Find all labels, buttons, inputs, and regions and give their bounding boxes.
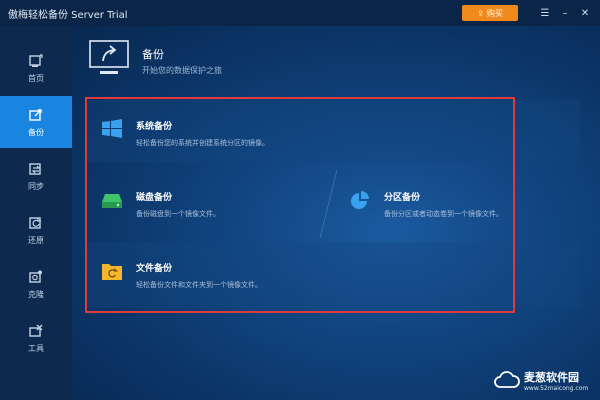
backup-icon — [29, 108, 42, 121]
buy-label: 购买 — [486, 8, 503, 18]
close-icon[interactable]: ✕ — [576, 4, 594, 22]
sidebar-item-clone[interactable]: 克隆 — [0, 258, 72, 310]
sidebar: 首页 备份 同步 还原 克隆 工具 — [0, 26, 72, 400]
home-icon — [29, 53, 43, 67]
tools-icon — [29, 324, 43, 337]
sidebar-item-home[interactable]: 首页 — [0, 42, 72, 94]
page-subtitle: 开始您的数据保护之旅 — [142, 66, 222, 75]
sidebar-item-sync[interactable]: 同步 — [0, 150, 72, 202]
watermark: 麦葱软件园 www.52maicong.com — [494, 367, 594, 397]
sidebar-item-label: 工具 — [28, 343, 44, 353]
menu-icon[interactable]: ☰ — [536, 4, 554, 22]
restore-icon — [29, 216, 41, 229]
sidebar-item-label: 备份 — [28, 127, 44, 137]
app-title: 傲梅轻松备份 Server Trial — [8, 9, 128, 21]
minimize-icon[interactable]: – — [556, 4, 574, 22]
sidebar-item-label: 首页 — [28, 73, 44, 83]
sidebar-item-restore[interactable]: 还原 — [0, 204, 72, 256]
watermark-brand: 麦葱软件园 — [524, 371, 579, 384]
watermark-url: www.52maicong.com — [524, 385, 589, 392]
cloud-logo-icon — [494, 371, 520, 388]
sidebar-item-label: 还原 — [28, 235, 44, 245]
sidebar-item-backup[interactable]: 备份 — [0, 96, 72, 148]
buy-button[interactable]: ⇪ 购买 — [462, 5, 518, 21]
title-bar: 傲梅轻松备份 Server Trial ⇪ 购买 ☰ – ✕ — [0, 0, 600, 26]
sidebar-item-label: 同步 — [28, 181, 44, 191]
monitor-backup-icon — [89, 40, 129, 74]
page-title: 备份 — [142, 48, 164, 61]
cart-icon: ⇪ — [477, 8, 484, 18]
main-panel: 备份 开始您的数据保护之旅 系统备份 轻松备份您的系统并创建系统分区的镜像。 磁… — [72, 26, 600, 400]
sync-icon — [29, 162, 41, 175]
sidebar-item-tools[interactable]: 工具 — [0, 312, 72, 364]
highlight-frame — [85, 97, 515, 313]
clone-icon — [29, 270, 42, 283]
sidebar-item-label: 克隆 — [28, 289, 44, 299]
